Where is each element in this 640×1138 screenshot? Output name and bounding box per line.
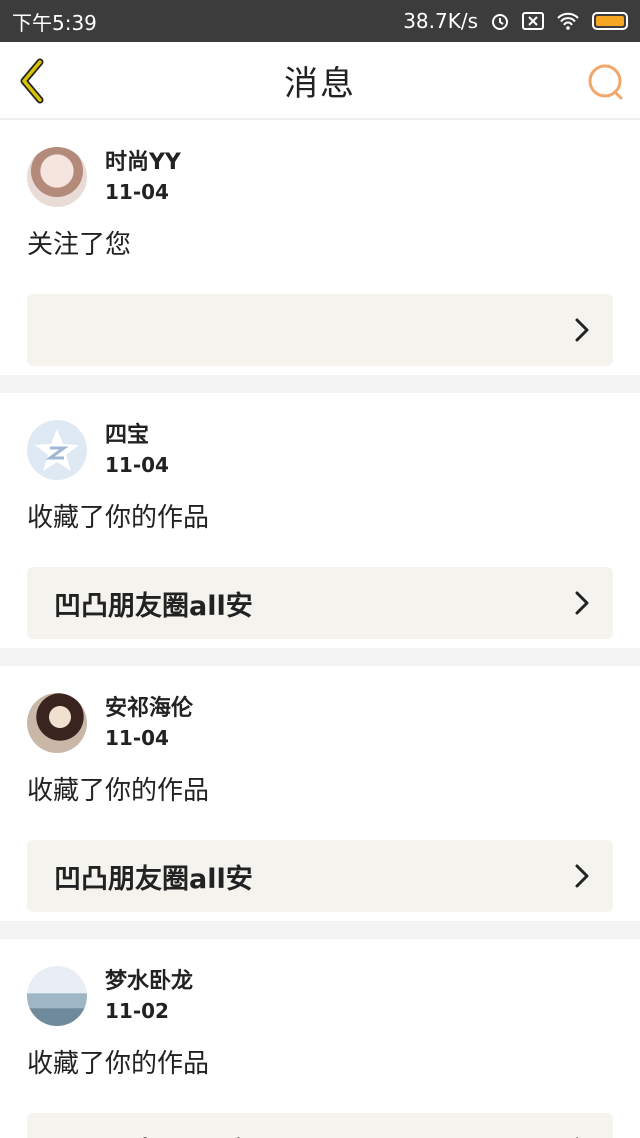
divider bbox=[0, 921, 640, 939]
user-meta: 梦水卧龙 11-02 bbox=[105, 967, 193, 1025]
work-title: 凹凸朋友圈all安 bbox=[54, 590, 253, 622]
message-date: 11-04 bbox=[105, 180, 169, 204]
message-action: 收藏了你的作品 bbox=[27, 1049, 210, 1079]
avatar[interactable] bbox=[27, 966, 87, 1026]
avatar[interactable] bbox=[27, 147, 87, 207]
chevron-right-icon bbox=[575, 591, 589, 615]
status-time: 下午5:39 bbox=[12, 10, 97, 35]
message-header: 梦水卧龙 11-02 bbox=[27, 965, 613, 1027]
work-title: 凹凸朋友圈all安 bbox=[54, 1130, 253, 1138]
wifi-icon bbox=[556, 12, 580, 30]
work-title: 凹凸朋友圈all安 bbox=[54, 863, 253, 895]
work-link[interactable]: 凹凸朋友圈all安 bbox=[27, 1113, 613, 1138]
message-item: 梦水卧龙 11-02 收藏了你的作品 凹凸朋友圈all安 bbox=[0, 939, 640, 1138]
avatar[interactable] bbox=[27, 693, 87, 753]
message-action: 关注了您 bbox=[27, 230, 132, 260]
user-name[interactable]: 四宝 bbox=[105, 421, 169, 451]
message-date: 11-04 bbox=[105, 453, 169, 477]
status-icons: 38.7K/s bbox=[403, 9, 628, 33]
network-speed: 38.7K/s bbox=[403, 9, 478, 33]
divider bbox=[0, 648, 640, 666]
back-button[interactable] bbox=[14, 58, 54, 104]
user-meta: 时尚YY 11-04 bbox=[105, 148, 181, 206]
page-title: 消息 bbox=[284, 63, 356, 104]
user-meta: 四宝 11-04 bbox=[105, 421, 169, 479]
alarm-icon bbox=[490, 11, 510, 31]
message-date: 11-02 bbox=[105, 999, 169, 1023]
message-item: 时尚YY 11-04 关注了您 bbox=[0, 120, 640, 375]
message-action: 收藏了你的作品 bbox=[27, 776, 210, 806]
battery-icon bbox=[592, 12, 628, 30]
user-meta: 安祁海伦 11-04 bbox=[105, 694, 193, 752]
message-header: 安祁海伦 11-04 bbox=[27, 692, 613, 754]
nav-bar: 消息 bbox=[0, 42, 640, 120]
user-name[interactable]: 时尚YY bbox=[105, 148, 181, 178]
message-action: 收藏了你的作品 bbox=[27, 503, 210, 533]
work-link[interactable]: 凹凸朋友圈all安 bbox=[27, 840, 613, 912]
chevron-right-icon bbox=[575, 864, 589, 888]
chevron-left-icon bbox=[20, 58, 44, 104]
message-item: 安祁海伦 11-04 收藏了你的作品 凹凸朋友圈all安 bbox=[0, 666, 640, 921]
search-icon bbox=[588, 64, 623, 100]
user-name[interactable]: 梦水卧龙 bbox=[105, 967, 193, 997]
message-date: 11-04 bbox=[105, 726, 169, 750]
chevron-right-icon bbox=[575, 318, 589, 342]
message-header: 时尚YY 11-04 bbox=[27, 146, 613, 208]
search-button[interactable] bbox=[586, 62, 626, 102]
message-item: 四宝 11-04 收藏了你的作品 凹凸朋友圈all安 bbox=[0, 393, 640, 648]
user-name[interactable]: 安祁海伦 bbox=[105, 694, 193, 724]
work-link[interactable] bbox=[27, 294, 613, 366]
sim-icon bbox=[522, 12, 544, 30]
status-bar: 下午5:39 38.7K/s bbox=[0, 0, 640, 42]
message-header: 四宝 11-04 bbox=[27, 419, 613, 481]
message-list: 时尚YY 11-04 关注了您 四宝 11-04 收藏了你的作品 凹凸朋友圈al… bbox=[0, 120, 640, 1138]
work-link[interactable]: 凹凸朋友圈all安 bbox=[27, 567, 613, 639]
divider bbox=[0, 375, 640, 393]
default-avatar-icon bbox=[35, 429, 79, 471]
avatar[interactable] bbox=[27, 420, 87, 480]
